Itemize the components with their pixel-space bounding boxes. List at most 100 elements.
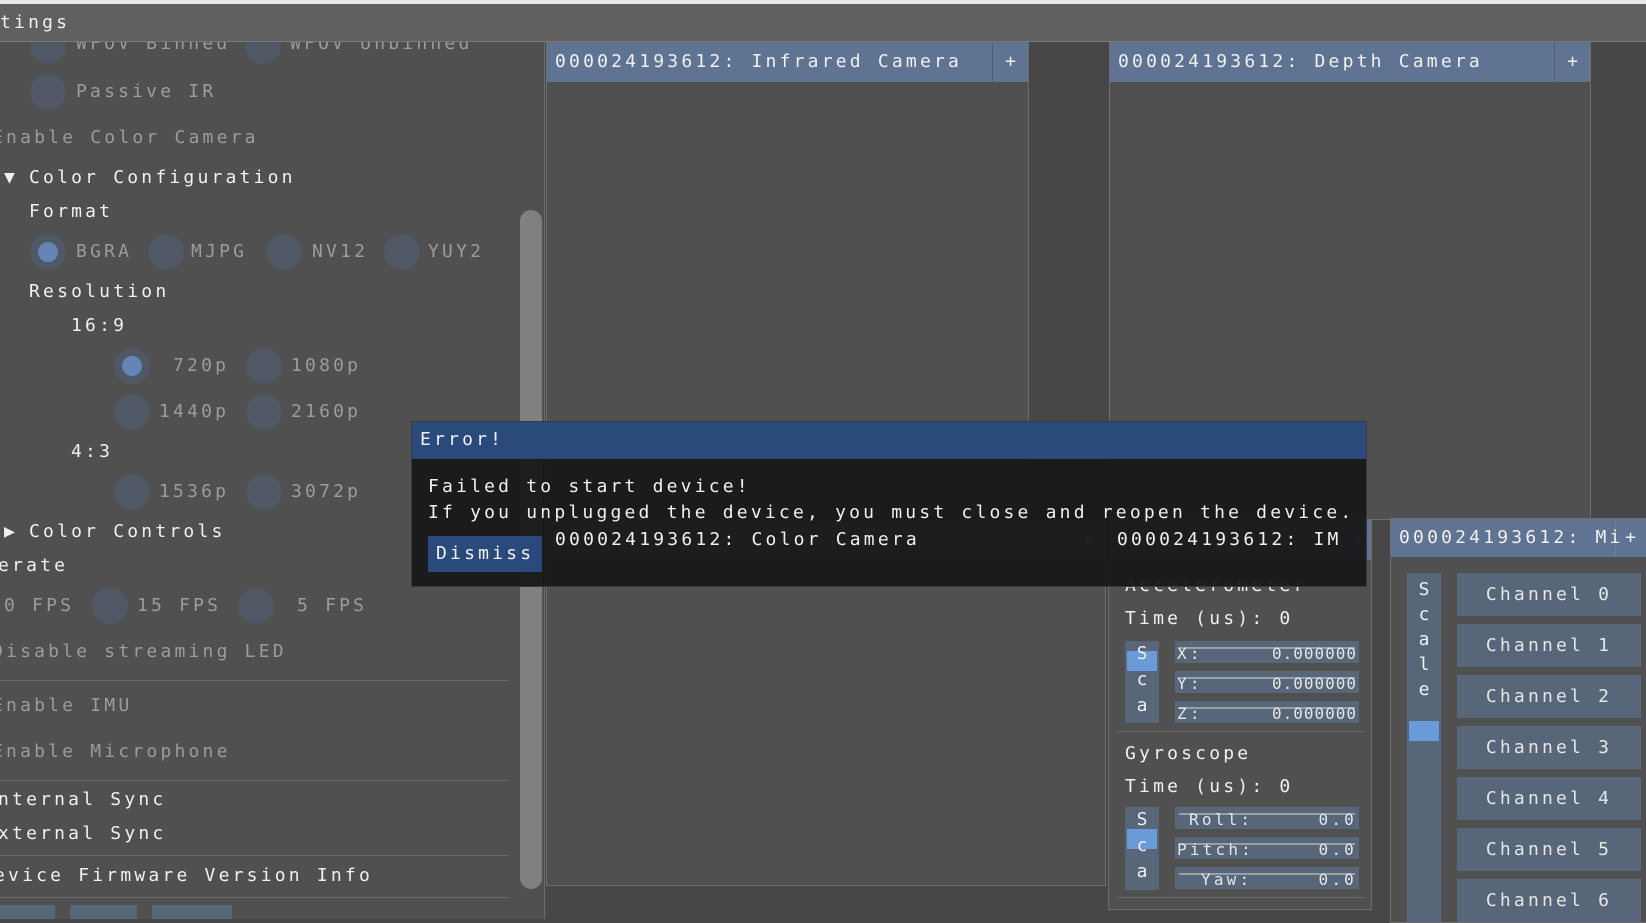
radio-format-yuy2[interactable] (384, 234, 420, 270)
collapsed-triangle-icon[interactable]: ▶ (4, 521, 15, 543)
infrared-titlebar[interactable]: 000024193612: Infrared Camera + (547, 43, 1028, 82)
disable-streaming-led-checkbox[interactable]: Disable streaming LED (0, 641, 287, 663)
axis-value: 0.0 (1318, 810, 1357, 829)
radio-1536p[interactable] (114, 474, 150, 510)
error-dialog-titlebar[interactable]: Error! (412, 422, 1366, 459)
color-controls-header[interactable]: Color Controls (29, 521, 226, 543)
axis-value: 0.0 (1318, 870, 1357, 889)
scale-letter: c (1418, 604, 1430, 625)
label-3072p: 3072p (291, 481, 362, 502)
color-title: 000024193612: Color Camera (555, 529, 920, 550)
label-5fps: 5 FPS (297, 595, 368, 616)
enable-imu-checkbox[interactable]: Enable IMU (0, 695, 132, 717)
scale-letter: c (1136, 835, 1148, 856)
plus-icon[interactable]: + (992, 43, 1028, 82)
imu-title: 000024193612: IM (1117, 529, 1342, 550)
axis-label: Y: (1177, 674, 1203, 693)
mic-scale-slider[interactable]: S c a l e (1407, 573, 1441, 922)
internal-sync-option[interactable]: nternal Sync (0, 789, 166, 811)
scale-letter: e (1418, 679, 1430, 700)
depth-titlebar[interactable]: 000024193612: Depth Camera + (1110, 43, 1590, 82)
error-message-line-1: Failed to start device! (428, 476, 751, 497)
scale-letter: S (1136, 809, 1148, 830)
bottom-button-3[interactable] (152, 905, 232, 919)
axis-value: 0.000000 (1271, 674, 1357, 693)
scale-letter: a (1418, 629, 1430, 650)
scale-letter: a (1136, 695, 1148, 716)
channel-4-button[interactable]: Channel 4 (1457, 777, 1641, 820)
color-configuration-header[interactable]: Color Configuration (29, 167, 296, 189)
external-sync-option[interactable]: xternal Sync (0, 823, 166, 845)
separator (0, 780, 509, 781)
settings-window-title: tings (0, 12, 71, 33)
scale-letter: S (1418, 579, 1430, 600)
error-dialog: Error! Failed to start device! If you un… (411, 421, 1367, 587)
gyro-scale-slider[interactable]: S c a (1125, 807, 1159, 890)
firmware-info-header[interactable]: evice Firmware Version Info (0, 865, 373, 887)
label-bgra: BGRA (76, 241, 133, 262)
label-wfov-binned: WFOV Binned (76, 42, 231, 54)
gyro-yaw-plot: Yaw: 0.0 (1175, 867, 1359, 889)
axis-label: X: (1177, 644, 1203, 663)
radio-wfov-unbinned[interactable] (245, 42, 281, 64)
expanded-triangle-icon[interactable]: ▼ (4, 167, 15, 189)
accel-z-plot: Z: 0.000000 (1175, 701, 1359, 723)
axis-value: 0.000000 (1271, 704, 1357, 723)
bottom-button-2[interactable] (70, 905, 137, 919)
mic-titlebar[interactable]: 000024193612: Mi + (1391, 519, 1646, 557)
label-1080p: 1080p (291, 355, 362, 376)
gyroscope-label: Gyroscope (1125, 743, 1252, 764)
radio-2160p[interactable] (246, 394, 282, 430)
accel-y-plot: Y: 0.000000 (1175, 671, 1359, 693)
plus-icon[interactable]: + (1554, 43, 1590, 82)
scale-letter: S (1136, 643, 1148, 664)
radio-1440p[interactable] (114, 394, 150, 430)
channel-6-button[interactable]: Channel 6 (1457, 879, 1641, 922)
resolution-label: Resolution (29, 281, 170, 302)
accel-x-plot: X: 0.000000 (1175, 641, 1359, 663)
radio-3072p[interactable] (246, 474, 282, 510)
radio-passive-ir[interactable] (30, 74, 66, 110)
label-1536p: 1536p (159, 481, 230, 502)
accel-time: Time (us): 0 (1125, 608, 1294, 629)
channel-3-button[interactable]: Channel 3 (1457, 726, 1641, 769)
settings-window-titlebar[interactable]: tings (0, 4, 1646, 42)
format-label: Format (29, 201, 114, 222)
radio-format-mjpg[interactable] (148, 234, 184, 270)
label-wfov-unbinned: WFOV Unbinned (290, 42, 473, 54)
scale-letter: a (1136, 861, 1148, 882)
radio-format-nv12[interactable] (266, 234, 302, 270)
enable-color-camera-checkbox[interactable]: Enable Color Camera (0, 127, 259, 149)
label-15fps: 15 FPS (137, 595, 222, 616)
label-passive-ir: Passive IR (76, 81, 217, 102)
channel-5-button[interactable]: Channel 5 (1457, 828, 1641, 871)
radio-format-bgra[interactable] (30, 234, 66, 270)
radio-wfov-binned[interactable] (30, 42, 66, 64)
error-dialog-title: Error! (420, 429, 505, 450)
radio-1080p[interactable] (246, 348, 282, 384)
microphone-window: 000024193612: Mi + S c a l e Channel 0 Ch… (1390, 518, 1646, 923)
channel-0-button[interactable]: Channel 0 (1457, 573, 1641, 616)
gyro-roll-plot: Roll: 0.0 (1175, 807, 1359, 829)
accel-scale-slider[interactable]: S c a (1125, 641, 1159, 723)
radio-15fps[interactable] (92, 588, 128, 624)
infrared-title: 000024193612: Infrared Camera (555, 51, 963, 72)
label-nv12: NV12 (312, 241, 369, 262)
separator (0, 855, 509, 856)
enable-microphone-checkbox[interactable]: Enable Microphone (0, 741, 231, 763)
label-30fps: 30 FPS (0, 595, 75, 616)
framerate-label: erate (0, 555, 69, 576)
channel-1-button[interactable]: Channel 1 (1457, 624, 1641, 667)
separator (0, 897, 509, 898)
dismiss-button[interactable]: Dismiss (428, 536, 542, 572)
bottom-button-1[interactable] (0, 905, 55, 919)
axis-label: Yaw: (1201, 870, 1253, 889)
channel-2-button[interactable]: Channel 2 (1457, 675, 1641, 718)
radio-720p[interactable] (114, 348, 150, 384)
radio-5fps[interactable] (238, 588, 274, 624)
mic-scale-handle[interactable] (1409, 721, 1439, 741)
mic-title: 000024193612: Mi (1399, 527, 1624, 548)
axis-value: 0.000000 (1271, 644, 1357, 663)
label-yuy2: YUY2 (428, 241, 485, 262)
ratio-4-3-label: 4:3 (71, 441, 114, 462)
